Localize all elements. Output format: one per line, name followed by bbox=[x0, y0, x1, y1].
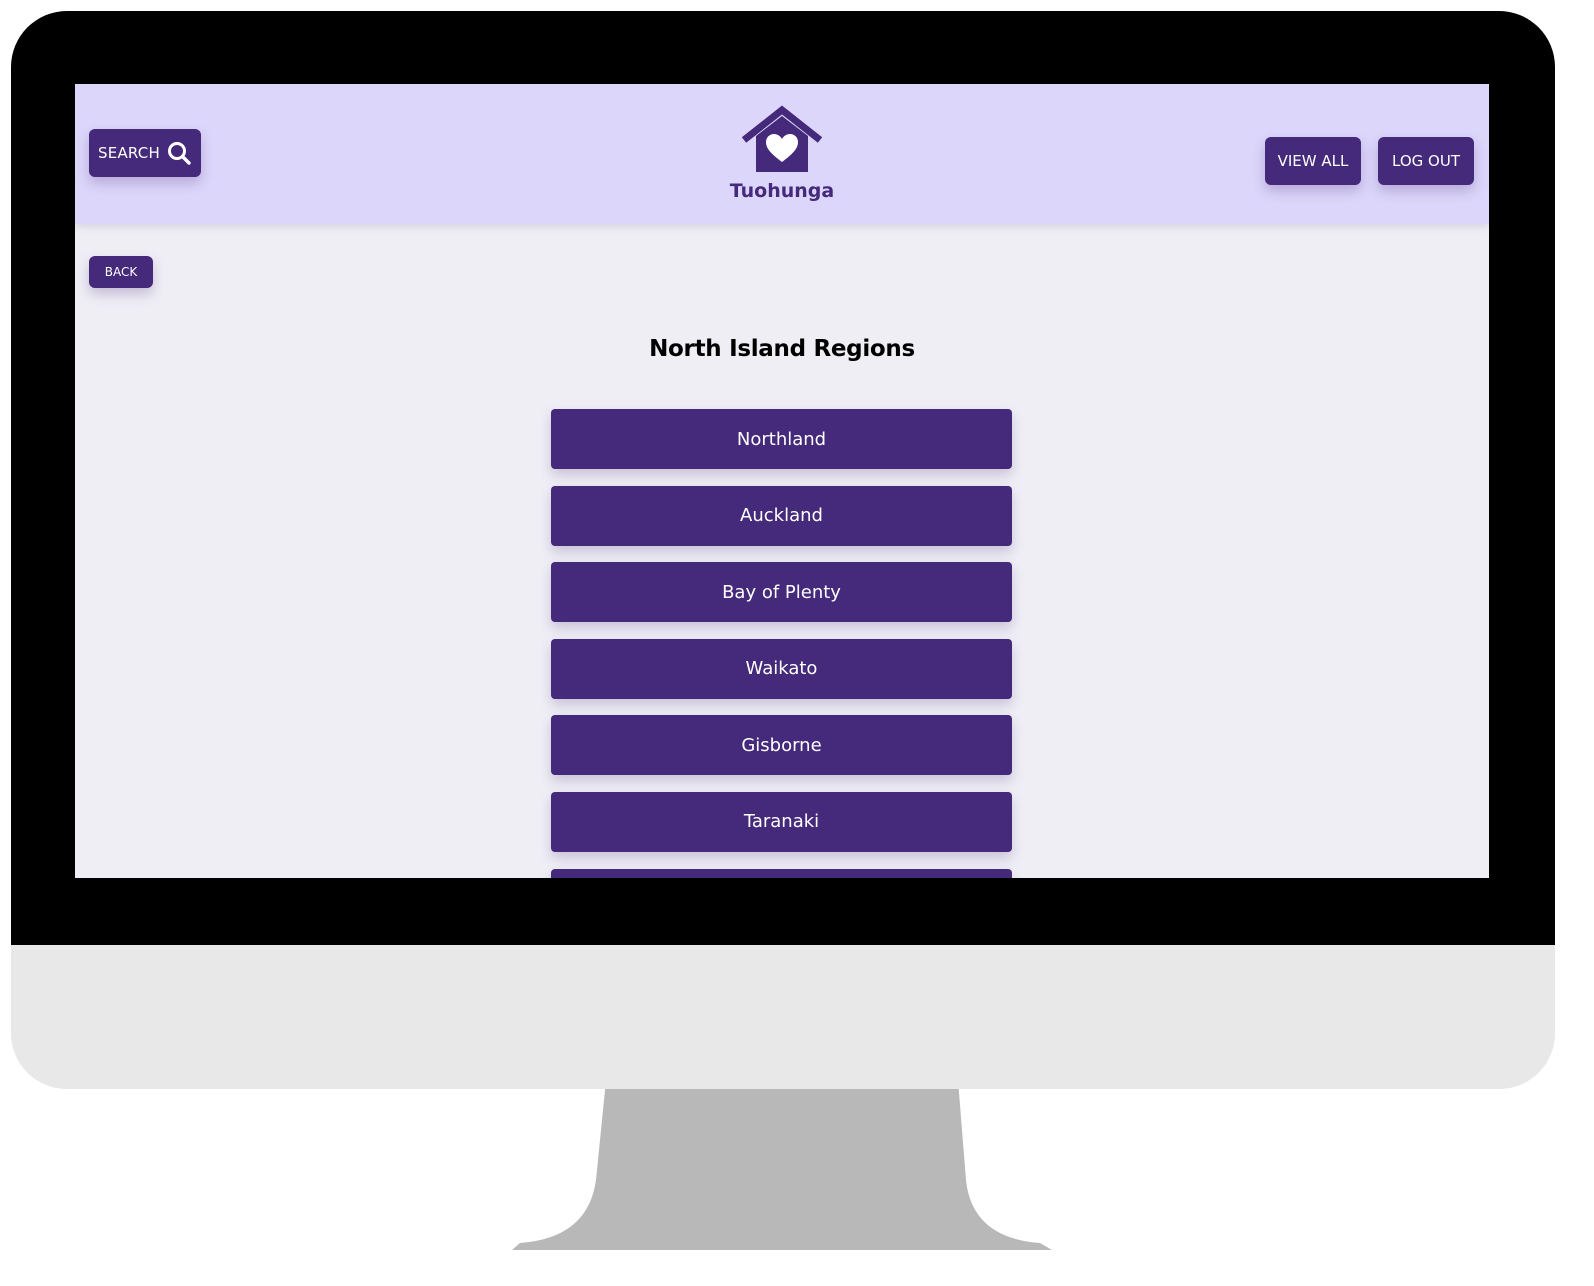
logout-button[interactable]: LOG OUT bbox=[1378, 137, 1474, 185]
region-button-partial[interactable] bbox=[551, 868, 1012, 878]
monitor-chin bbox=[11, 945, 1555, 1089]
magnifier-icon bbox=[167, 142, 191, 165]
house-heart-icon bbox=[741, 105, 823, 172]
region-button-auckland[interactable]: Auckland bbox=[551, 485, 1012, 546]
region-button-bay-of-plenty[interactable]: Bay of Plenty bbox=[551, 562, 1012, 623]
region-button-northland[interactable]: Northland bbox=[551, 409, 1012, 469]
app-screen: SEARCH Tuohunga VIEW ALL LOG OUT BACK No… bbox=[75, 84, 1489, 878]
brand-name: Tuohunga bbox=[729, 180, 835, 202]
page-title: North Island Regions bbox=[649, 336, 915, 362]
app-header: SEARCH Tuohunga VIEW ALL LOG OUT bbox=[75, 84, 1489, 224]
brand-logo[interactable]: Tuohunga bbox=[715, 102, 849, 212]
region-list: Northland Auckland Bay of Plenty Waikato… bbox=[551, 409, 1012, 878]
region-button-gisborne[interactable]: Gisborne bbox=[551, 715, 1012, 776]
search-button[interactable]: SEARCH bbox=[89, 129, 201, 177]
region-button-waikato[interactable]: Waikato bbox=[551, 638, 1012, 699]
view-all-button[interactable]: VIEW ALL bbox=[1265, 137, 1361, 185]
back-button[interactable]: BACK bbox=[89, 256, 153, 288]
region-button-taranaki[interactable]: Taranaki bbox=[551, 791, 1012, 852]
search-button-label: SEARCH bbox=[98, 144, 160, 162]
